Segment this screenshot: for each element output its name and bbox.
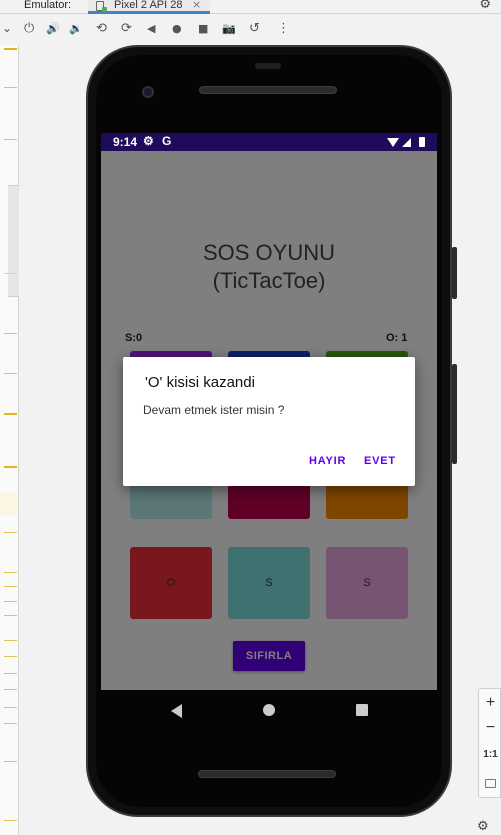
actual-size-button[interactable]: 1:1: [479, 749, 501, 760]
yes-button[interactable]: EVET: [364, 455, 396, 467]
tab-close-icon[interactable]: ×: [192, 0, 201, 11]
nav-home-icon[interactable]: [263, 704, 275, 716]
ruler-scroll-block: [8, 185, 19, 297]
status-bar: 9:14 ⚙ G: [101, 133, 437, 151]
ruler-tick: [4, 139, 17, 140]
top-speaker: [199, 86, 337, 94]
tab-label: Pixel 2 API 28: [114, 0, 183, 11]
ruler-tick: [4, 572, 17, 573]
ide-tab-bar: Emulator: Pixel 2 API 28 × ⚙: [0, 0, 501, 14]
battery-icon: [419, 137, 425, 147]
emulator-toolbar: ⌄ ⏻ 🔊 🔉 ⟲ ⟳ ◀ ● ■ 📷 ↺ ⋮: [0, 15, 501, 45]
ruler-tick: [4, 707, 17, 708]
cell-signal-icon: [402, 138, 411, 147]
nav-recents-icon[interactable]: [356, 704, 368, 716]
ruler-tick: [4, 723, 17, 724]
phone-top-slot: [255, 63, 281, 69]
ruler-tick: [4, 413, 17, 415]
chevron-down-icon[interactable]: ⌄: [2, 21, 12, 35]
ruler-tick: [4, 532, 17, 533]
settings-notification-icon: ⚙: [143, 134, 154, 148]
settings-gear-icon[interactable]: ⚙: [479, 0, 491, 12]
ruler-tick: [4, 48, 17, 50]
ruler-tick: [4, 820, 17, 821]
front-camera: [142, 86, 154, 98]
volume-down-icon[interactable]: 🔉: [69, 21, 83, 37]
home-icon[interactable]: ●: [172, 21, 182, 37]
emulator-window: Emulator: Pixel 2 API 28 × ⚙ ⌄ ⏻ 🔊 🔉 ⟲ ⟳…: [0, 0, 501, 835]
nav-back-icon[interactable]: [171, 704, 182, 718]
history-icon[interactable]: ↺: [249, 21, 260, 37]
status-time: 9:14: [113, 135, 138, 149]
tab-pixel-2-api-28[interactable]: Pixel 2 API 28 ×: [88, 0, 210, 14]
android-nav-bar: [101, 690, 437, 732]
ruler-tick: [4, 466, 17, 468]
ruler-tick: [4, 673, 17, 674]
ruler-tick: [4, 273, 17, 274]
ruler-tick: [4, 87, 17, 88]
ruler-tick: [4, 601, 17, 602]
ruler-tick: [4, 586, 17, 587]
ruler-tick: [4, 615, 17, 616]
bottom-settings-icon[interactable]: ⚙: [477, 819, 489, 834]
ruler-tick: [4, 689, 17, 690]
zoom-out-button[interactable]: −: [479, 719, 501, 737]
left-ruler: [0, 45, 19, 835]
ruler-tick: [4, 761, 17, 762]
ruler-tick: [4, 373, 17, 374]
fit-screen-icon[interactable]: [479, 775, 501, 793]
volume-up-icon[interactable]: 🔊: [46, 21, 60, 37]
google-notification-icon: G: [162, 134, 172, 148]
ruler-tick: [4, 656, 17, 657]
dialog-message: Devam etmek ister misin ?: [143, 403, 285, 417]
zoom-controls: + − 1:1: [478, 688, 501, 798]
device-icon: [96, 1, 107, 12]
more-icon[interactable]: ⋮: [277, 21, 290, 37]
dialog-title: 'O' kisisi kazandi: [145, 374, 255, 391]
zoom-in-button[interactable]: +: [479, 694, 501, 712]
winner-dialog: 'O' kisisi kazandi Devam etmek ister mis…: [123, 357, 415, 486]
wifi-icon: [387, 138, 399, 147]
rotate-right-icon[interactable]: ⟳: [121, 21, 132, 37]
phone-power-button[interactable]: [452, 247, 457, 299]
ruler-highlight: [0, 492, 18, 516]
window-title: Emulator:: [24, 0, 72, 11]
camera-icon[interactable]: 📷: [222, 21, 236, 37]
ruler-tick: [4, 640, 17, 641]
overview-icon[interactable]: ■: [198, 21, 208, 37]
no-button[interactable]: HAYIR: [309, 455, 346, 467]
phone-volume-button[interactable]: [452, 364, 457, 464]
bottom-speaker: [198, 770, 336, 778]
back-icon[interactable]: ◀: [147, 21, 155, 37]
rotate-left-icon[interactable]: ⟲: [96, 21, 107, 37]
ruler-tick: [4, 333, 17, 334]
power-icon[interactable]: ⏻: [24, 21, 34, 37]
